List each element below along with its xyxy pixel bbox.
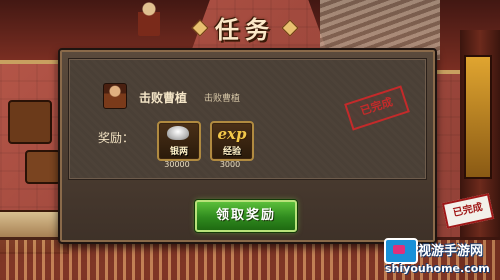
reward-silver: 银两	[157, 121, 201, 161]
watermark-name: 视游手游网	[418, 244, 484, 259]
reward-exp: exp 经验	[210, 121, 254, 161]
quest-name: 击败曹植	[139, 91, 188, 105]
watermark-url: shiyouhome.com	[385, 262, 490, 275]
reward-amount-silver: 30000	[164, 160, 190, 169]
general-portrait-icon	[103, 83, 127, 109]
completed-stamp: 已完成	[344, 85, 410, 131]
screen-title-bar: 任务	[190, 10, 300, 44]
tv-logo-icon	[384, 238, 418, 264]
character-figure	[138, 0, 160, 36]
reward-name: 经验	[222, 147, 241, 157]
reward-name: 银两	[169, 147, 188, 157]
silver-ingot-icon	[167, 126, 189, 140]
reward-amount-exp: 3000	[219, 160, 241, 169]
reward-label: 奖励：	[98, 131, 135, 145]
quest-panel: 击败曹植 击败曹植 奖励： 银两 exp 经验 30000 3000 已完成	[68, 58, 427, 180]
courtyard-table	[8, 100, 52, 144]
quest-description: 击败曹植	[204, 94, 241, 104]
golden-gate	[464, 55, 492, 179]
courtyard-table	[25, 150, 61, 184]
quest-dialog: 击败曹植 击败曹植 奖励： 银两 exp 经验 30000 3000 已完成 领…	[58, 48, 437, 244]
exp-icon: exp	[217, 125, 247, 143]
claim-reward-button[interactable]: 领取奖励	[195, 200, 297, 232]
